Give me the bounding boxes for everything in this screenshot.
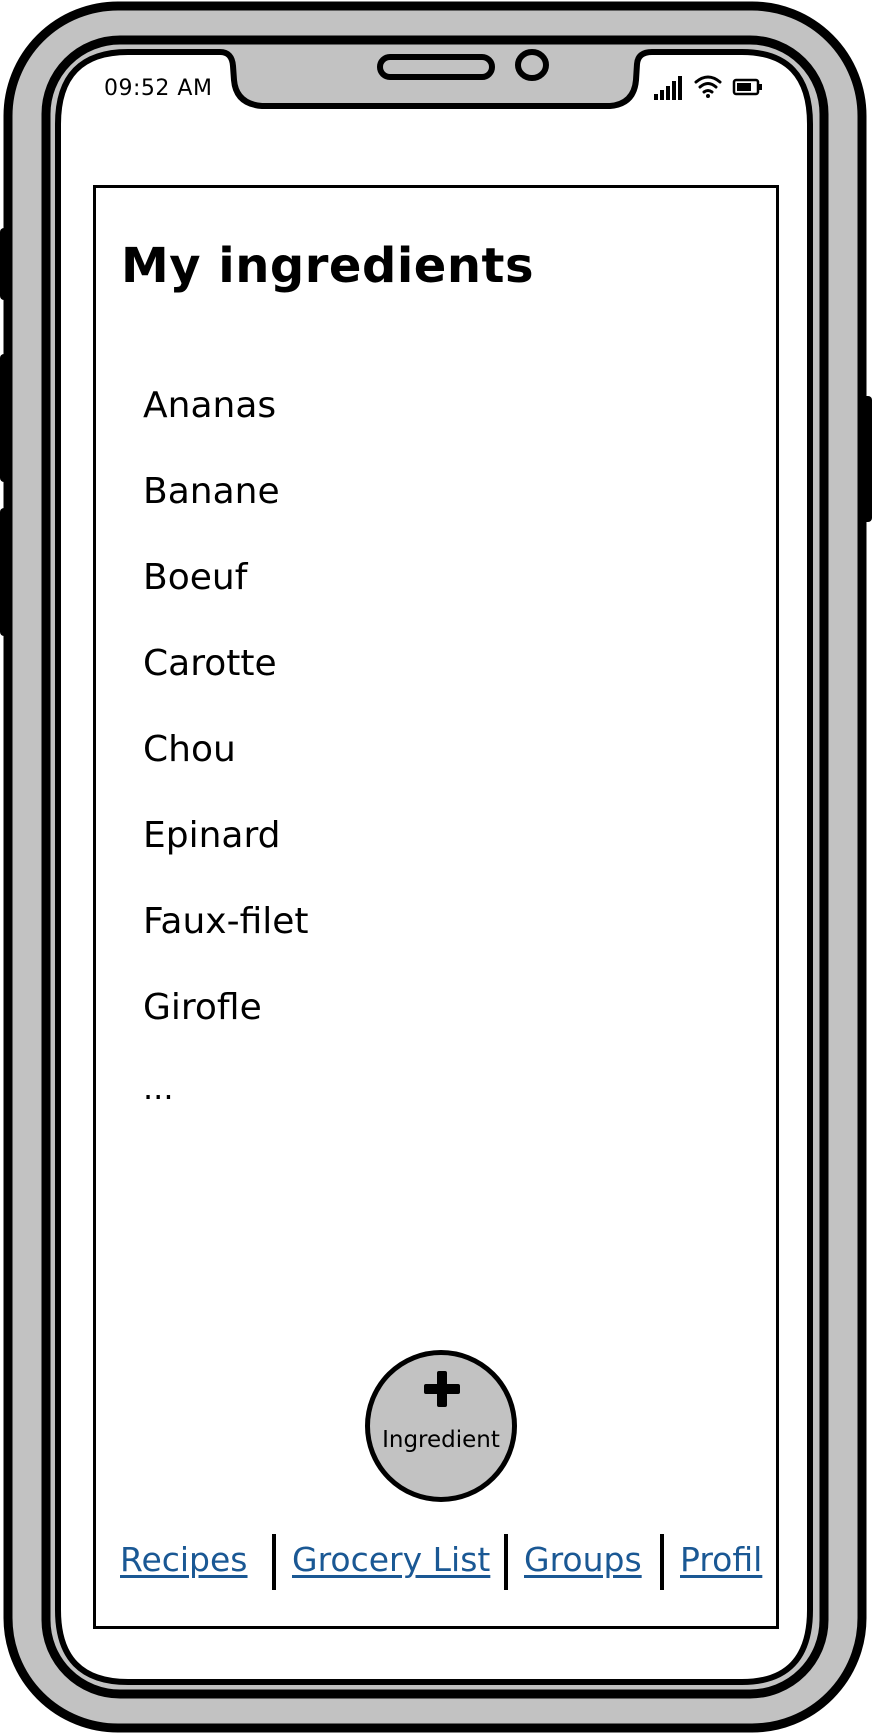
nav-link-grocery-list[interactable]: Grocery List bbox=[292, 1540, 490, 1579]
nav-divider bbox=[504, 1534, 508, 1590]
add-ingredient-button[interactable]: Ingredient bbox=[365, 1350, 517, 1502]
add-ingredient-label: Ingredient bbox=[382, 1427, 500, 1453]
ingredient-item-chou[interactable]: Chou bbox=[143, 724, 309, 810]
nav-link-recipes[interactable]: Recipes bbox=[120, 1540, 248, 1579]
ingredient-item-girofle[interactable]: Girofle bbox=[143, 982, 309, 1068]
bottom-nav: Recipes Grocery List Groups Profil bbox=[118, 1534, 768, 1590]
ingredient-list-more: ... bbox=[143, 1069, 174, 1107]
ingredient-item-banane[interactable]: Banane bbox=[143, 466, 309, 552]
ingredient-item-epinard[interactable]: Epinard bbox=[143, 810, 309, 896]
plus-icon bbox=[424, 1371, 460, 1407]
status-icons bbox=[654, 75, 762, 100]
ingredient-item-carotte[interactable]: Carotte bbox=[143, 638, 309, 724]
nav-divider bbox=[272, 1534, 276, 1590]
ingredient-item-ananas[interactable]: Ananas bbox=[143, 380, 309, 466]
page-title: My ingredients bbox=[121, 238, 535, 294]
wifi-icon bbox=[694, 75, 722, 98]
nav-divider bbox=[660, 1534, 664, 1590]
battery-icon bbox=[732, 78, 762, 96]
nav-link-profil[interactable]: Profil bbox=[680, 1540, 762, 1579]
ingredient-item-boeuf[interactable]: Boeuf bbox=[143, 552, 309, 638]
status-time: 09:52 AM bbox=[104, 76, 213, 101]
ingredient-item-faux-filet[interactable]: Faux-filet bbox=[143, 896, 309, 982]
signal-icon bbox=[654, 76, 682, 100]
ingredient-list: Ananas Banane Boeuf Carotte Chou Epinard… bbox=[143, 380, 309, 1108]
nav-link-groups[interactable]: Groups bbox=[524, 1540, 642, 1579]
